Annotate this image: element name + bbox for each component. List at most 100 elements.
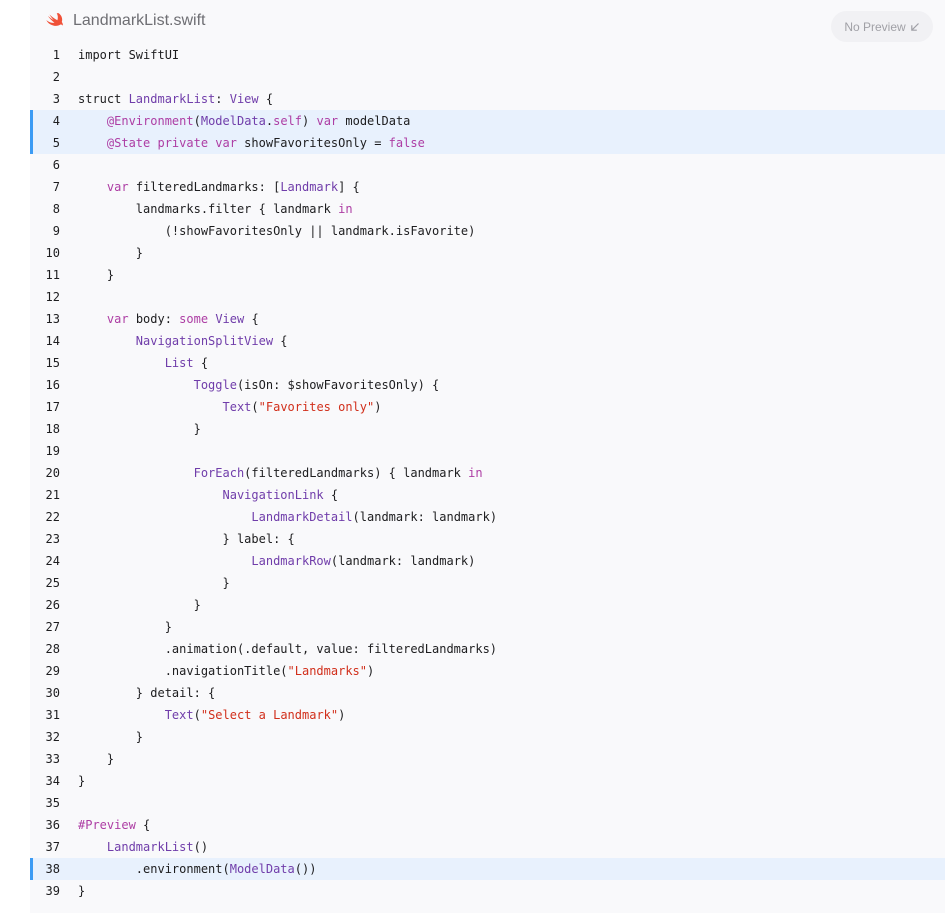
- code-text: .animation(.default, value: filteredLand…: [78, 638, 497, 660]
- code-token: .environment(: [78, 862, 230, 876]
- code-token: LandmarkRow: [251, 554, 331, 568]
- code-token: {: [244, 312, 259, 326]
- code-token: showFavoritesOnly =: [236, 136, 389, 150]
- line-number: 9: [52, 224, 60, 238]
- code-token: Landmark: [280, 180, 339, 194]
- code-text: .environment(ModelData()): [78, 858, 317, 880]
- code-token: {: [135, 818, 151, 832]
- line-number: 7: [52, 180, 60, 194]
- code-token: :: [215, 92, 230, 106]
- code-line: 6: [30, 154, 945, 176]
- code-token: in: [338, 202, 353, 216]
- code-text: }: [78, 242, 143, 264]
- code-line: 27 }: [30, 616, 945, 638]
- code-line: 38 .environment(ModelData()): [30, 858, 945, 880]
- code-line: 30 } detail: {: [30, 682, 945, 704]
- code-token: }: [78, 246, 144, 260]
- code-line: 2: [30, 66, 945, 88]
- code-text: var filteredLandmarks: [Landmark] {: [78, 176, 360, 198]
- code-line: 12: [30, 286, 945, 308]
- code-token: Toggle: [193, 378, 237, 392]
- code-line: 7 var filteredLandmarks: [Landmark] {: [30, 176, 945, 198]
- line-number: 37: [45, 840, 60, 854]
- code-token: @State private var: [106, 136, 237, 150]
- code-text: Toggle(isOn: $showFavoritesOnly) {: [78, 374, 440, 396]
- code-token: import SwiftUI: [78, 48, 180, 62]
- line-number: 13: [45, 312, 60, 326]
- code-token: }: [78, 598, 201, 612]
- code-line: 9 (!showFavoritesOnly || landmark.isFavo…: [30, 220, 945, 242]
- code-line: 24 LandmarkRow(landmark: landmark): [30, 550, 945, 572]
- swift-logo-icon: [46, 13, 63, 26]
- line-number: 28: [45, 642, 60, 656]
- line-number: 33: [45, 752, 60, 766]
- code-token: filteredLandmarks: [: [128, 180, 281, 194]
- no-preview-label: No Preview: [844, 19, 906, 34]
- line-number: 39: [45, 884, 60, 898]
- line-number: 15: [45, 356, 60, 370]
- code-line: 29 .navigationTitle("Landmarks"): [30, 660, 945, 682]
- code-text: LandmarkRow(landmark: landmark): [78, 550, 475, 572]
- code-line: 35: [30, 792, 945, 814]
- code-token: View: [215, 312, 245, 326]
- line-number: 38: [45, 862, 60, 876]
- code-token: var: [106, 180, 129, 194]
- code-text: LandmarkList(): [78, 836, 208, 858]
- line-number: 18: [45, 422, 60, 436]
- code-token: ): [367, 664, 375, 678]
- code-token: View: [229, 92, 259, 106]
- line-number: 35: [45, 796, 60, 810]
- code-line: 32 }: [30, 726, 945, 748]
- file-header: LandmarkList.swift No Preview: [30, 0, 945, 44]
- line-number: 20: [45, 466, 60, 480]
- code-listing[interactable]: 1 import SwiftUI 2 3 struct LandmarkList: Vi…: [30, 44, 945, 902]
- code-text: var body: some View {: [78, 308, 259, 330]
- no-preview-button[interactable]: No Preview: [831, 11, 933, 42]
- code-line: 23 } label: {: [30, 528, 945, 550]
- code-line: 10 }: [30, 242, 945, 264]
- line-number: 5: [52, 136, 60, 150]
- code-token: NavigationSplitView: [135, 334, 274, 348]
- code-line: 37 LandmarkList(): [30, 836, 945, 858]
- code-panel: LandmarkList.swift No Preview 1 import Sw…: [30, 0, 945, 913]
- code-token: @Environment: [106, 114, 194, 128]
- code-token: }: [78, 884, 86, 898]
- code-text: List {: [78, 352, 208, 374]
- code-token: (: [193, 708, 201, 722]
- code-text: } label: {: [78, 528, 294, 550]
- code-text: }: [78, 572, 229, 594]
- code-line: 16 Toggle(isOn: $showFavoritesOnly) {: [30, 374, 945, 396]
- line-number: 36: [45, 818, 60, 832]
- code-token: {: [323, 488, 339, 502]
- file-name: LandmarkList.swift: [73, 12, 206, 29]
- line-number: 30: [45, 686, 60, 700]
- code-line: 36 #Preview {: [30, 814, 945, 836]
- line-number: 19: [45, 444, 60, 458]
- code-token: var: [316, 114, 339, 128]
- code-line: 22 LandmarkDetail(landmark: landmark): [30, 506, 945, 528]
- code-token: {: [193, 356, 209, 370]
- code-token: some: [179, 312, 209, 326]
- code-text: } detail: {: [78, 682, 215, 704]
- code-token: ): [374, 400, 382, 414]
- code-text: NavigationSplitView {: [78, 330, 288, 352]
- line-number: 17: [45, 400, 60, 414]
- code-token: Text: [222, 400, 252, 414]
- code-token: "Landmarks": [287, 664, 367, 678]
- code-line: 21 NavigationLink {: [30, 484, 945, 506]
- line-number: 24: [45, 554, 60, 568]
- code-token: .navigationTitle(: [78, 664, 288, 678]
- code-token: Text: [164, 708, 194, 722]
- line-number: 3: [52, 92, 60, 106]
- code-line: 33 }: [30, 748, 945, 770]
- code-line: 20 ForEach(filteredLandmarks) { landmark…: [30, 462, 945, 484]
- code-token: }: [78, 752, 115, 766]
